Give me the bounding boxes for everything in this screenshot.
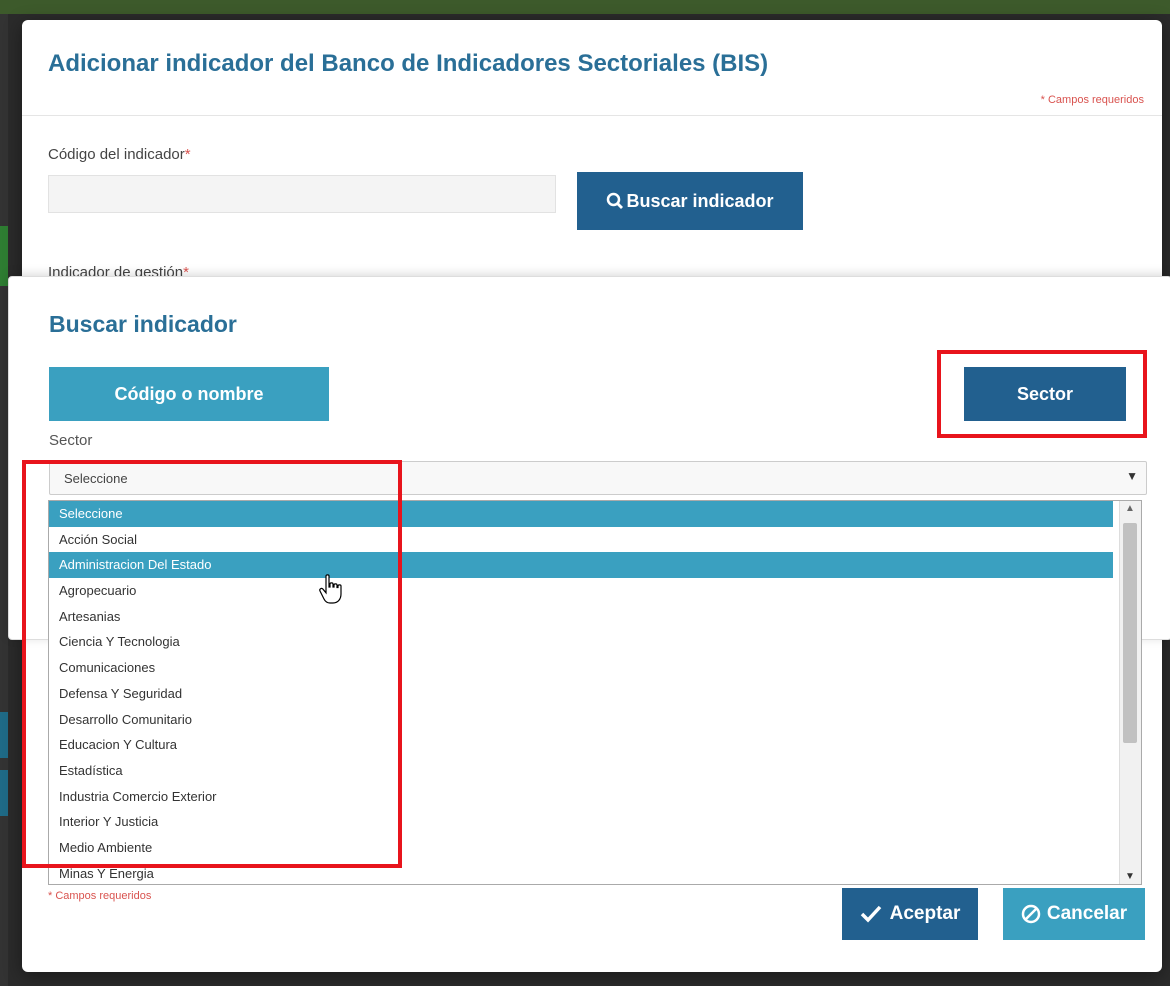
hand-cursor-icon [319,574,342,604]
sector-options-list[interactable]: Seleccione Acción Social Administracion De… [48,500,1142,885]
ban-icon [1021,904,1041,924]
tab-code-or-name[interactable]: Código o nombre [49,367,329,421]
sector-option[interactable]: Educacion Y Cultura [49,732,1113,758]
scroll-up-icon[interactable]: ▲ [1120,503,1140,514]
scrollbar[interactable]: ▲ ▼ [1119,501,1141,884]
tab-sector[interactable]: Sector [964,367,1126,421]
background-header [0,0,1170,14]
cancel-button[interactable]: Cancelar [1003,888,1145,940]
accept-label: Aceptar [889,903,961,924]
options-container: Seleccione Acción Social Administracion De… [49,501,1141,884]
search-dialog-title: Buscar indicador [49,311,237,337]
cancel-label: Cancelar [1046,903,1128,924]
sector-option[interactable]: Interior Y Justicia [49,809,1113,835]
sector-option[interactable]: Defensa Y Seguridad [49,681,1113,707]
sector-option[interactable]: Artesanias [49,604,1113,630]
background-element [0,226,8,286]
sector-option[interactable]: Acción Social [49,527,1113,553]
indicator-code-input[interactable] [48,175,556,213]
sector-option[interactable]: Seleccione [49,501,1113,527]
caret-down-icon: ▼ [1126,469,1138,483]
sector-option[interactable]: Medio Ambiente [49,835,1113,861]
sector-option[interactable]: Comunicaciones [49,655,1113,681]
sector-select[interactable]: Seleccione ▼ [49,461,1147,495]
sector-option[interactable]: Agropecuario [49,578,1113,604]
sector-option[interactable]: Desarrollo Comunitario [49,707,1113,733]
indicator-code-label: Código del indicador* [48,146,191,163]
sector-select-value: Seleccione [64,471,128,486]
accept-button[interactable]: Aceptar [842,888,978,940]
checkmark-icon [860,905,881,923]
dialog-title: Adicionar indicador del Banco de Indicad… [48,50,769,77]
scroll-down-icon[interactable]: ▼ [1120,871,1140,882]
required-fields-note-bottom: * Campos requeridos [48,890,152,902]
sector-option[interactable]: Administracion Del Estado [49,552,1113,579]
divider [22,115,1162,116]
search-indicator-button[interactable]: Buscar indicador [577,172,803,230]
background-page [0,14,8,986]
sector-label: Sector [49,432,93,449]
sector-option[interactable]: Industria Comercio Exterior [49,784,1113,810]
required-fields-note: * Campos requeridos [1040,94,1144,106]
background-element [0,770,8,816]
sector-option[interactable]: Ciencia Y Tecnologia [49,629,1113,655]
search-icon [607,192,624,209]
search-indicator-label: Buscar indicador [626,190,774,211]
background-element [0,712,8,758]
scroll-thumb[interactable] [1123,523,1137,743]
sector-option[interactable]: Estadística [49,758,1113,784]
sector-option[interactable]: Minas Y Energia [49,861,1113,884]
